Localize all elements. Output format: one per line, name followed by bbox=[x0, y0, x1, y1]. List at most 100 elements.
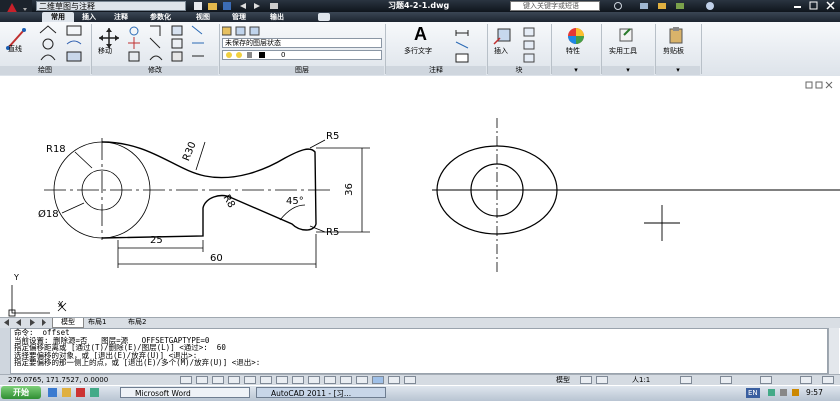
hatch-icon[interactable] bbox=[66, 51, 82, 62]
tab-output[interactable]: 输出 bbox=[270, 12, 284, 22]
workspace-switcher[interactable]: 二维草图与注释 bbox=[36, 1, 186, 11]
tab-parametric[interactable]: 参数化 bbox=[150, 12, 171, 22]
volume-icon[interactable] bbox=[780, 389, 787, 396]
layer-properties-icon[interactable] bbox=[221, 26, 232, 36]
modify-panel-label[interactable]: 修改 bbox=[92, 66, 218, 75]
fillet-icon[interactable] bbox=[149, 55, 163, 61]
clipboard-button[interactable]: 剪贴板 bbox=[658, 26, 698, 64]
edit-block-icon[interactable] bbox=[523, 40, 535, 50]
osnap-toggle[interactable] bbox=[260, 376, 272, 384]
tab-layout1[interactable]: 布局1 bbox=[88, 318, 106, 327]
ie-icon[interactable] bbox=[48, 388, 57, 397]
quick-properties-toggle[interactable] bbox=[372, 376, 384, 384]
clean-screen-icon[interactable] bbox=[822, 376, 834, 384]
tab-layout2[interactable]: 布局2 bbox=[128, 318, 146, 327]
layer-dropdown[interactable]: 0 bbox=[222, 50, 382, 60]
move-button[interactable]: 移动 bbox=[94, 26, 124, 64]
annotation-scale[interactable]: 人1:1 bbox=[632, 375, 650, 385]
array-icon[interactable] bbox=[171, 51, 183, 62]
layer-isolate-icon[interactable] bbox=[249, 26, 260, 36]
annotation-monitor-toggle[interactable] bbox=[404, 376, 416, 384]
command-line-scrollbar[interactable] bbox=[828, 328, 839, 374]
grid-toggle[interactable] bbox=[212, 376, 224, 384]
viewport-close-icon[interactable] bbox=[825, 81, 833, 89]
block-panel-label[interactable]: 块 bbox=[488, 66, 550, 75]
insert-block-button[interactable]: 插入 bbox=[490, 26, 520, 64]
desktop-icon[interactable] bbox=[90, 388, 99, 397]
rotate-icon[interactable] bbox=[129, 26, 139, 36]
erase-icon[interactable] bbox=[128, 51, 140, 62]
lock-icon[interactable] bbox=[760, 376, 772, 384]
quick-view-layouts-icon[interactable] bbox=[580, 376, 592, 384]
communication-icon[interactable] bbox=[658, 3, 666, 9]
redo-icon[interactable] bbox=[254, 3, 260, 9]
utilities-button[interactable]: 实用工具 bbox=[606, 26, 650, 64]
copy-icon[interactable] bbox=[150, 25, 161, 36]
network-icon[interactable] bbox=[768, 389, 775, 396]
model-space-label[interactable]: 模型 bbox=[556, 375, 570, 385]
isolate-objects-icon[interactable] bbox=[800, 376, 812, 384]
table-icon[interactable] bbox=[455, 53, 469, 63]
tab-model[interactable]: 模型 bbox=[52, 318, 84, 328]
drawing-canvas[interactable]: R18 R30 R5 R5 R8 45° Ø18 36 25 60 Y X bbox=[0, 76, 840, 317]
language-indicator[interactable]: EN bbox=[746, 388, 760, 398]
ribbon-minimize-icon[interactable] bbox=[318, 13, 330, 21]
coordinate-readout[interactable]: 276.0765, 171.7527, 0.0000 bbox=[8, 375, 108, 385]
search-input[interactable]: 键入关键字或短语 bbox=[510, 1, 600, 11]
trim-icon[interactable] bbox=[128, 37, 140, 49]
layer-state-icon[interactable] bbox=[235, 26, 246, 36]
plot-icon[interactable] bbox=[270, 3, 278, 9]
command-line-handle[interactable] bbox=[0, 328, 10, 374]
properties-panel-expand[interactable]: ▾ bbox=[552, 66, 600, 75]
multiline-text-button[interactable]: A 多行文字 bbox=[400, 24, 444, 64]
annotation-visibility-icon[interactable] bbox=[680, 376, 692, 384]
polar-toggle[interactable] bbox=[244, 376, 256, 384]
taskbar-autocad[interactable]: AutoCAD 2011 - [习... bbox=[256, 387, 386, 398]
undo-icon[interactable] bbox=[240, 3, 246, 9]
tab-view[interactable]: 视图 bbox=[196, 12, 210, 22]
arc-icon[interactable] bbox=[40, 54, 56, 61]
close-icon[interactable] bbox=[826, 1, 835, 10]
edit-attributes-icon[interactable] bbox=[523, 53, 535, 63]
infer-constraints-toggle[interactable] bbox=[180, 376, 192, 384]
ducs-toggle[interactable] bbox=[308, 376, 320, 384]
transparency-toggle[interactable] bbox=[356, 376, 368, 384]
stretch-icon[interactable] bbox=[171, 25, 183, 36]
line-button[interactable]: 直线 bbox=[4, 26, 30, 64]
subscription-icon[interactable] bbox=[640, 3, 648, 9]
taskbar-word[interactable]: Microsoft Word bbox=[120, 387, 250, 398]
tab-insert[interactable]: 插入 bbox=[82, 12, 96, 22]
minimize-icon[interactable] bbox=[794, 6, 801, 8]
draw-panel-label[interactable]: 绘图 bbox=[0, 66, 90, 75]
command-line-window[interactable]: 命令: offset 当前设置: 删除源=否 图层=源 OFFSETGAPTYPE… bbox=[10, 328, 828, 374]
circle-icon[interactable] bbox=[42, 38, 54, 50]
spline-icon[interactable] bbox=[66, 40, 82, 45]
favorites-icon[interactable] bbox=[676, 3, 684, 9]
explode-icon[interactable] bbox=[191, 25, 203, 35]
help-icon[interactable] bbox=[706, 2, 714, 10]
layers-panel-label[interactable]: 图层 bbox=[220, 66, 384, 75]
clipboard-panel-expand[interactable]: ▾ bbox=[656, 66, 700, 75]
ortho-toggle[interactable] bbox=[228, 376, 240, 384]
otrack-toggle[interactable] bbox=[292, 376, 304, 384]
start-button[interactable]: 开始 bbox=[1, 386, 41, 399]
tab-annotate[interactable]: 注释 bbox=[114, 12, 128, 22]
folder-icon[interactable] bbox=[62, 388, 71, 397]
polyline-icon[interactable] bbox=[39, 25, 57, 34]
media-icon[interactable] bbox=[76, 388, 85, 397]
lineweight-toggle[interactable] bbox=[340, 376, 352, 384]
workspace-switching-icon[interactable] bbox=[720, 376, 732, 384]
selection-cycling-toggle[interactable] bbox=[388, 376, 400, 384]
create-block-icon[interactable] bbox=[523, 27, 535, 37]
open-icon[interactable] bbox=[208, 3, 217, 10]
properties-button[interactable]: 特性 bbox=[558, 26, 598, 64]
mirror-icon[interactable] bbox=[149, 37, 161, 49]
linear-dimension-icon[interactable] bbox=[455, 30, 469, 36]
quick-view-drawings-icon[interactable] bbox=[596, 376, 608, 384]
tab-manage[interactable]: 管理 bbox=[232, 12, 246, 22]
viewport-restore-icon[interactable] bbox=[815, 81, 823, 89]
new-icon[interactable] bbox=[194, 2, 202, 10]
annotation-panel-label[interactable]: 注释 bbox=[386, 66, 486, 75]
tab-home[interactable]: 常用 bbox=[42, 12, 74, 22]
maximize-icon[interactable] bbox=[809, 1, 818, 10]
